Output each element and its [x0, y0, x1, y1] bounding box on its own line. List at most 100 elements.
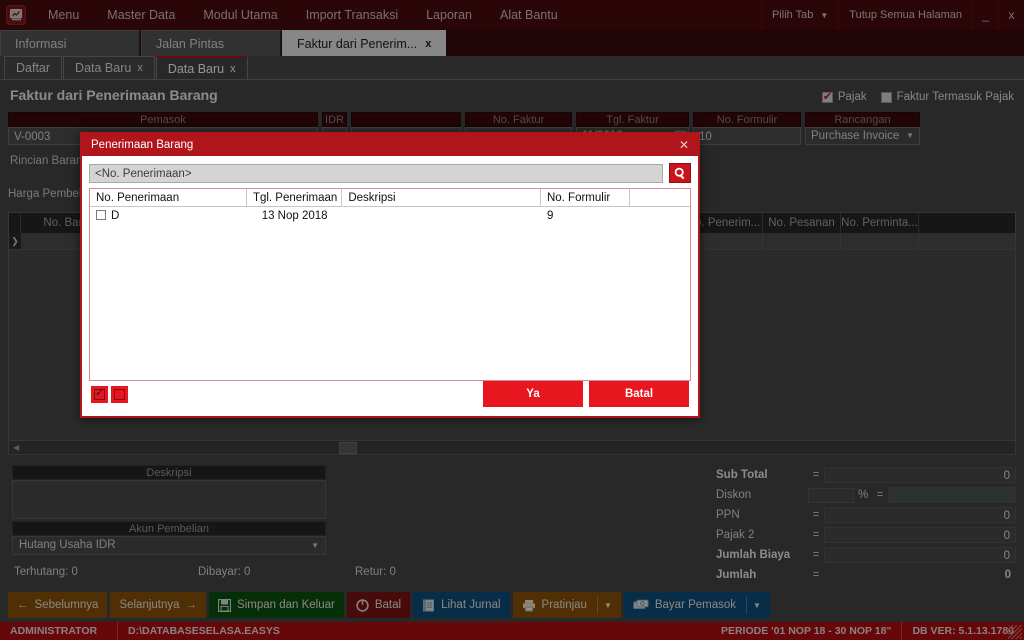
close-icon[interactable]: x	[137, 62, 143, 74]
lihat-jurnal-button[interactable]: Lihat Jurnal	[413, 592, 510, 618]
batal-button[interactable]: Batal	[346, 592, 411, 618]
tab-jalan-pintas[interactable]: Jalan Pintas	[141, 30, 281, 56]
diskon-value[interactable]	[888, 487, 1016, 503]
close-icon[interactable]: x	[425, 38, 431, 50]
dibayar-label: Dibayar: 0	[198, 566, 251, 578]
totals-panel: Sub Total = 0 Diskon % = PPN = 0 Pajak 2…	[716, 465, 1016, 585]
field-pemasok-label: Pemasok	[8, 112, 318, 127]
col-no-formulir[interactable]: No. Formulir	[541, 189, 631, 206]
tab-data-baru-1-label: Data Baru	[75, 61, 132, 75]
tab-data-baru-2-label: Data Baru	[167, 61, 225, 76]
selanjutnya-button[interactable]: Selanjutnya →	[110, 592, 207, 618]
ya-button[interactable]: Ya	[483, 381, 583, 407]
dialog-title-bar: Penerimaan Barang ✕	[82, 134, 698, 156]
menu-item-modul-utama[interactable]: Modul Utama	[189, 0, 291, 30]
equals-sign: =	[812, 509, 820, 521]
table-row[interactable]: D 13 Nop 2018 9	[90, 207, 690, 225]
dialog-footer: Ya Batal	[82, 372, 698, 416]
status-dbver: DB VER: 5.1.13.1780	[912, 625, 1014, 637]
field-no-formulir-input[interactable]: 10	[693, 127, 801, 145]
tutup-semua-halaman-button[interactable]: Tutup Semua Halaman	[838, 0, 972, 30]
tab-informasi[interactable]: Informasi	[0, 30, 140, 56]
diskon-label: Diskon	[716, 489, 752, 501]
col-no-penerimaan[interactable]: No. Penerimaan	[90, 189, 247, 206]
dialog-search-row: <No. Penerimaan>	[82, 156, 698, 188]
deselect-all-button[interactable]	[111, 385, 128, 403]
field-rancangan-select[interactable]: Purchase Invoice ▼	[805, 127, 920, 145]
minimize-button[interactable]: _	[972, 0, 998, 30]
chevron-down-icon: ▼	[311, 541, 319, 550]
cell-no-pesanan[interactable]	[763, 233, 841, 249]
select-all-button[interactable]	[91, 385, 108, 403]
penerimaan-table[interactable]: No. Penerimaan Tgl. Penerimaan Deskripsi…	[89, 188, 691, 381]
search-button[interactable]	[669, 163, 691, 183]
equals-sign: =	[812, 549, 820, 561]
col-extra[interactable]	[630, 189, 690, 206]
magnifier-icon	[674, 167, 684, 179]
col-deskripsi[interactable]: Deskripsi	[342, 189, 541, 206]
simpan-dan-keluar-label: Simpan dan Keluar	[237, 599, 335, 611]
tab-data-baru-2[interactable]: Data Baru x	[155, 56, 248, 79]
cell-no-permintaan[interactable]	[841, 233, 919, 249]
lihat-jurnal-label: Lihat Jurnal	[441, 599, 501, 611]
close-icon[interactable]: x	[230, 63, 236, 75]
akun-pembelian-value: Hutang Usaha IDR	[19, 539, 116, 551]
pilih-tab-button[interactable]: Pilih Tab ▼	[760, 0, 838, 30]
field-rancangan: Rancangan Purchase Invoice ▼	[805, 112, 920, 145]
jumlah-biaya-label: Jumlah Biaya	[716, 549, 791, 561]
sebelumnya-label: Sebelumnya	[34, 599, 99, 611]
pajak-checkbox[interactable]: Pajak	[821, 90, 867, 103]
menu-item-menu[interactable]: Menu	[34, 0, 93, 30]
grid-col-no-pesanan[interactable]: No. Pesanan	[763, 213, 841, 233]
divider	[596, 596, 598, 614]
pratinjau-button[interactable]: Pratinjau ▼	[512, 592, 621, 618]
bayar-pemasok-button[interactable]: Bayar Pemasok ▼	[623, 592, 770, 618]
cell-no-penerimaan[interactable]: D	[90, 210, 247, 222]
menu-item-alat-bantu[interactable]: Alat Bantu	[486, 0, 572, 30]
menu-item-laporan[interactable]: Laporan	[412, 0, 486, 30]
col-tgl-penerimaan[interactable]: Tgl. Penerimaan	[247, 189, 343, 206]
akun-pembelian-select[interactable]: Hutang Usaha IDR ▼	[12, 536, 326, 555]
inner-tab-rincian-barang[interactable]: Rincian Barang	[10, 155, 89, 167]
deskripsi-textarea[interactable]	[12, 480, 326, 519]
uncheck-all-icon	[114, 388, 125, 400]
total-row-jumlah-biaya: Jumlah Biaya = 0	[716, 545, 1016, 565]
faktur-termasuk-pajak-checkbox[interactable]: Faktur Termasuk Pajak	[880, 91, 1014, 103]
total-row-ppn: PPN = 0	[716, 505, 1016, 525]
field-rancangan-value: Purchase Invoice	[811, 130, 900, 142]
chevron-down-icon: ▼	[906, 131, 914, 140]
equals-sign: =	[876, 489, 884, 501]
tab-daftar[interactable]: Daftar	[4, 56, 63, 79]
diskon-percent-input[interactable]	[808, 487, 854, 503]
table-header-row: No. Penerimaan Tgl. Penerimaan Deskripsi…	[90, 189, 690, 207]
menu-item-import-transaksi[interactable]: Import Transaksi	[292, 0, 412, 30]
faktur-termasuk-pajak-label: Faktur Termasuk Pajak	[896, 91, 1014, 103]
status-user: ADMINISTRATOR	[0, 622, 118, 640]
field-rate-label	[351, 112, 461, 127]
batal-button-dialog[interactable]: Batal	[589, 381, 689, 407]
tab-data-baru-1[interactable]: Data Baru x	[63, 56, 155, 79]
cell-no-formulir: 9	[546, 210, 554, 222]
close-button[interactable]: x	[998, 0, 1024, 30]
menu-item-master-data[interactable]: Master Data	[93, 0, 189, 30]
search-input[interactable]: <No. Penerimaan>	[89, 163, 663, 183]
window-controls: Pilih Tab ▼ Tutup Semua Halaman _ x	[760, 0, 1024, 30]
resize-grip-icon[interactable]	[1008, 625, 1022, 639]
chevron-down-icon[interactable]: ▼	[604, 601, 612, 610]
pajak-label: Pajak	[837, 91, 867, 103]
chevron-down-icon[interactable]: ▼	[753, 601, 761, 610]
scrollbar-thumb[interactable]	[339, 441, 357, 454]
simpan-dan-keluar-button[interactable]: Simpan dan Keluar	[209, 592, 344, 618]
row-checkbox[interactable]	[96, 210, 106, 220]
close-icon[interactable]: ✕	[679, 138, 689, 152]
grid-col-no-permintaan[interactable]: No. Perminta...	[841, 213, 919, 233]
tab-informasi-label: Informasi	[15, 36, 67, 51]
tab-daftar-label: Daftar	[16, 61, 51, 75]
inner-tab-label: Rincian Barang	[10, 155, 89, 167]
total-row-sub-total: Sub Total = 0	[716, 465, 1016, 485]
grid-horizontal-scrollbar[interactable]: ◀	[9, 440, 1015, 454]
tab-faktur-dari-penerimaan[interactable]: Faktur dari Penerim... x	[282, 30, 447, 56]
pajak-2-label: Pajak 2	[716, 529, 755, 541]
sebelumnya-button[interactable]: ← Sebelumnya	[8, 592, 108, 618]
scroll-left-arrow-icon[interactable]: ◀	[9, 443, 19, 452]
